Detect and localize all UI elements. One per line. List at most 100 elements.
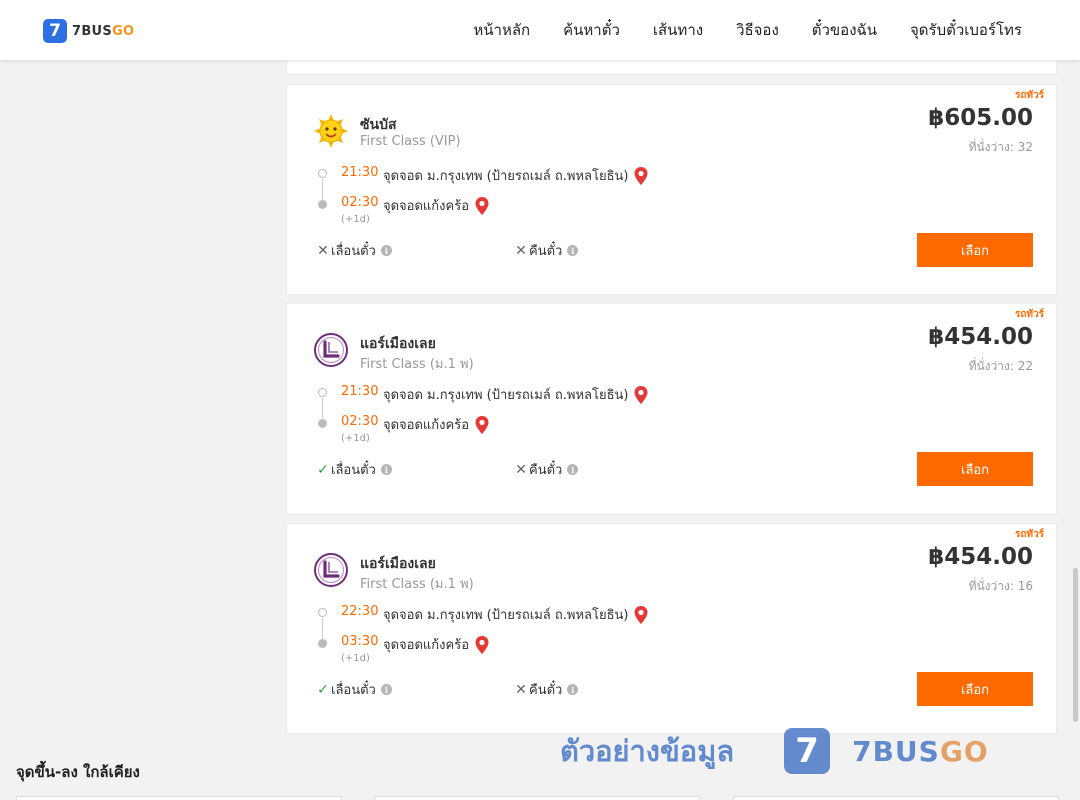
arrival-time: 03:30	[341, 634, 379, 649]
arrival-place: จุดจอดแก้งคร้อ	[383, 414, 489, 435]
nav-my-tickets[interactable]: ตั๋วของฉัน	[812, 18, 877, 42]
info-icon[interactable]: i	[380, 684, 392, 695]
check-icon: ✓	[317, 461, 329, 478]
seats-available: ที่นั่งว่าง: 22	[968, 359, 1033, 373]
seat-class: First Class (ม.1 พ)	[360, 357, 474, 372]
refund-ticket-policy: ✕ คืนตั๋ว i	[515, 679, 579, 700]
logo-mark-icon: 7	[43, 19, 67, 43]
map-pin-icon[interactable]	[634, 605, 648, 624]
change-ticket-policy: ✓ เลื่อนตั๋ว i	[317, 679, 392, 700]
nearby-stop-card[interactable]	[733, 796, 1059, 800]
nearby-stop-card[interactable]	[374, 796, 700, 800]
day-offset: (+1d)	[341, 653, 370, 664]
bus-type-tag: รถทัวร์	[1014, 90, 1044, 101]
select-trip-button[interactable]: เลือก	[917, 452, 1033, 486]
watermark-brand: 7BUSGO	[852, 735, 989, 768]
seat-class: First Class (VIP)	[360, 134, 461, 149]
air-muangloei-logo-icon	[313, 332, 349, 368]
nearby-stop-card[interactable]	[16, 796, 342, 800]
ticket-price: ฿605.00	[928, 105, 1033, 131]
departure-place: จุดจอด ม.กรุงเทพ (ป้ายรถเมล์ ถ.พหลโยธิน)	[383, 165, 648, 186]
arrival-place-label: จุดจอดแก้งคร้อ	[383, 199, 470, 214]
watermark-text: ตัวอย่างข้อมูล	[560, 734, 735, 768]
nav-routes[interactable]: เส้นทาง	[653, 18, 703, 42]
map-pin-icon[interactable]	[634, 385, 648, 404]
logo-text-a: 7BUS	[72, 23, 113, 39]
nav-ticket-points-phone[interactable]: จุดรับตั๋วเบอร์โทร	[910, 18, 1022, 42]
change-ticket-policy: ✕ เลื่อนตั๋ว i	[317, 240, 392, 261]
watermark-logo-icon: 7	[784, 728, 831, 774]
seat-class: First Class (ม.1 พ)	[360, 577, 474, 592]
info-icon[interactable]: i	[380, 245, 392, 256]
nearby-stops-title: จุดขึ้น-ลง ใกล้เคียง	[16, 763, 140, 781]
arrival-dot-icon	[318, 419, 327, 428]
info-icon[interactable]: i	[567, 464, 579, 475]
air-muangloei-logo-icon	[313, 552, 349, 588]
select-trip-button[interactable]: เลือก	[917, 233, 1033, 267]
cross-icon: ✕	[515, 681, 527, 698]
departure-place-label: จุดจอด ม.กรุงเทพ (ป้ายรถเมล์ ถ.พหลโยธิน)	[383, 388, 629, 403]
site-logo[interactable]: 7 7BUSGO	[43, 19, 134, 43]
watermark-brand-b: GO	[939, 734, 989, 768]
logo-text-b: GO	[112, 23, 135, 39]
trip-card: รถทัวร์ ซันบัส First Class (VIP) ฿605.00…	[286, 84, 1057, 295]
seats-available: ที่นั่งว่าง: 32	[968, 140, 1033, 154]
ticket-price: ฿454.00	[928, 544, 1033, 570]
refund-ticket-label: คืนตั๋ว	[529, 244, 563, 259]
trip-card: รถทัวร์ แอร์เมืองเลย First Class (ม.1 พ)…	[286, 303, 1057, 515]
departure-dot-icon	[318, 169, 327, 178]
info-icon[interactable]: i	[567, 245, 579, 256]
map-pin-icon[interactable]	[475, 635, 489, 654]
departure-time: 22:30	[341, 604, 379, 619]
cross-icon: ✕	[317, 242, 329, 259]
change-ticket-label: เลื่อนตั๋ว	[331, 683, 376, 698]
logo-text: 7BUSGO	[72, 24, 134, 39]
info-icon[interactable]: i	[567, 684, 579, 695]
info-icon[interactable]: i	[380, 464, 392, 475]
map-pin-icon[interactable]	[634, 166, 648, 185]
watermark-brand-a: 7BUS	[852, 734, 940, 768]
nav-how-to-book[interactable]: วิธีจอง	[736, 18, 779, 42]
arrival-time: 02:30	[341, 414, 379, 429]
arrival-place: จุดจอดแก้งคร้อ	[383, 634, 489, 655]
day-offset: (+1d)	[341, 214, 370, 225]
arrival-place: จุดจอดแก้งคร้อ	[383, 195, 489, 216]
departure-place-label: จุดจอด ม.กรุงเทพ (ป้ายรถเมล์ ถ.พหลโยธิน)	[383, 608, 629, 623]
departure-dot-icon	[318, 608, 327, 617]
departure-dot-icon	[318, 388, 327, 397]
change-ticket-label: เลื่อนตั๋ว	[331, 244, 376, 259]
map-pin-icon[interactable]	[475, 415, 489, 434]
change-ticket-label: เลื่อนตั๋ว	[331, 463, 376, 478]
change-ticket-policy: ✓ เลื่อนตั๋ว i	[317, 459, 392, 480]
arrival-place-label: จุดจอดแก้งคร้อ	[383, 638, 470, 653]
seats-available: ที่นั่งว่าง: 16	[968, 579, 1033, 593]
ticket-price: ฿454.00	[928, 324, 1033, 350]
departure-place: จุดจอด ม.กรุงเทพ (ป้ายรถเมล์ ถ.พหลโยธิน)	[383, 604, 648, 625]
nav-search-ticket[interactable]: ค้นหาตั๋ว	[563, 18, 620, 42]
page-scrollbar[interactable]	[1073, 568, 1078, 722]
operator-name: แอร์เมืองเลย	[360, 336, 436, 352]
operator-name: แอร์เมืองเลย	[360, 556, 436, 572]
refund-ticket-policy: ✕ คืนตั๋ว i	[515, 240, 579, 261]
refund-ticket-label: คืนตั๋ว	[529, 683, 563, 698]
arrival-dot-icon	[318, 200, 327, 209]
bus-type-tag: รถทัวร์	[1014, 309, 1044, 320]
cross-icon: ✕	[515, 461, 527, 478]
bus-type-tag: รถทัวร์	[1014, 529, 1044, 540]
departure-place-label: จุดจอด ม.กรุงเทพ (ป้ายรถเมล์ ถ.พหลโยธิน)	[383, 169, 629, 184]
arrival-time: 02:30	[341, 195, 379, 210]
sun-logo-icon	[313, 113, 349, 149]
departure-time: 21:30	[341, 384, 379, 399]
nav-home[interactable]: หน้าหลัก	[473, 18, 530, 42]
select-trip-button[interactable]: เลือก	[917, 672, 1033, 706]
main-nav: หน้าหลัก ค้นหาตั๋ว เส้นทาง วิธีจอง ตั๋วข…	[440, 0, 1022, 60]
map-pin-icon[interactable]	[475, 196, 489, 215]
cross-icon: ✕	[515, 242, 527, 259]
day-offset: (+1d)	[341, 433, 370, 444]
site-header: 7 7BUSGO หน้าหลัก ค้นหาตั๋ว เส้นทาง วิธี…	[0, 0, 1080, 60]
arrival-place-label: จุดจอดแก้งคร้อ	[383, 418, 470, 433]
refund-ticket-label: คืนตั๋ว	[529, 463, 563, 478]
operator-name: ซันบัส	[360, 117, 397, 133]
refund-ticket-policy: ✕ คืนตั๋ว i	[515, 459, 579, 480]
check-icon: ✓	[317, 681, 329, 698]
